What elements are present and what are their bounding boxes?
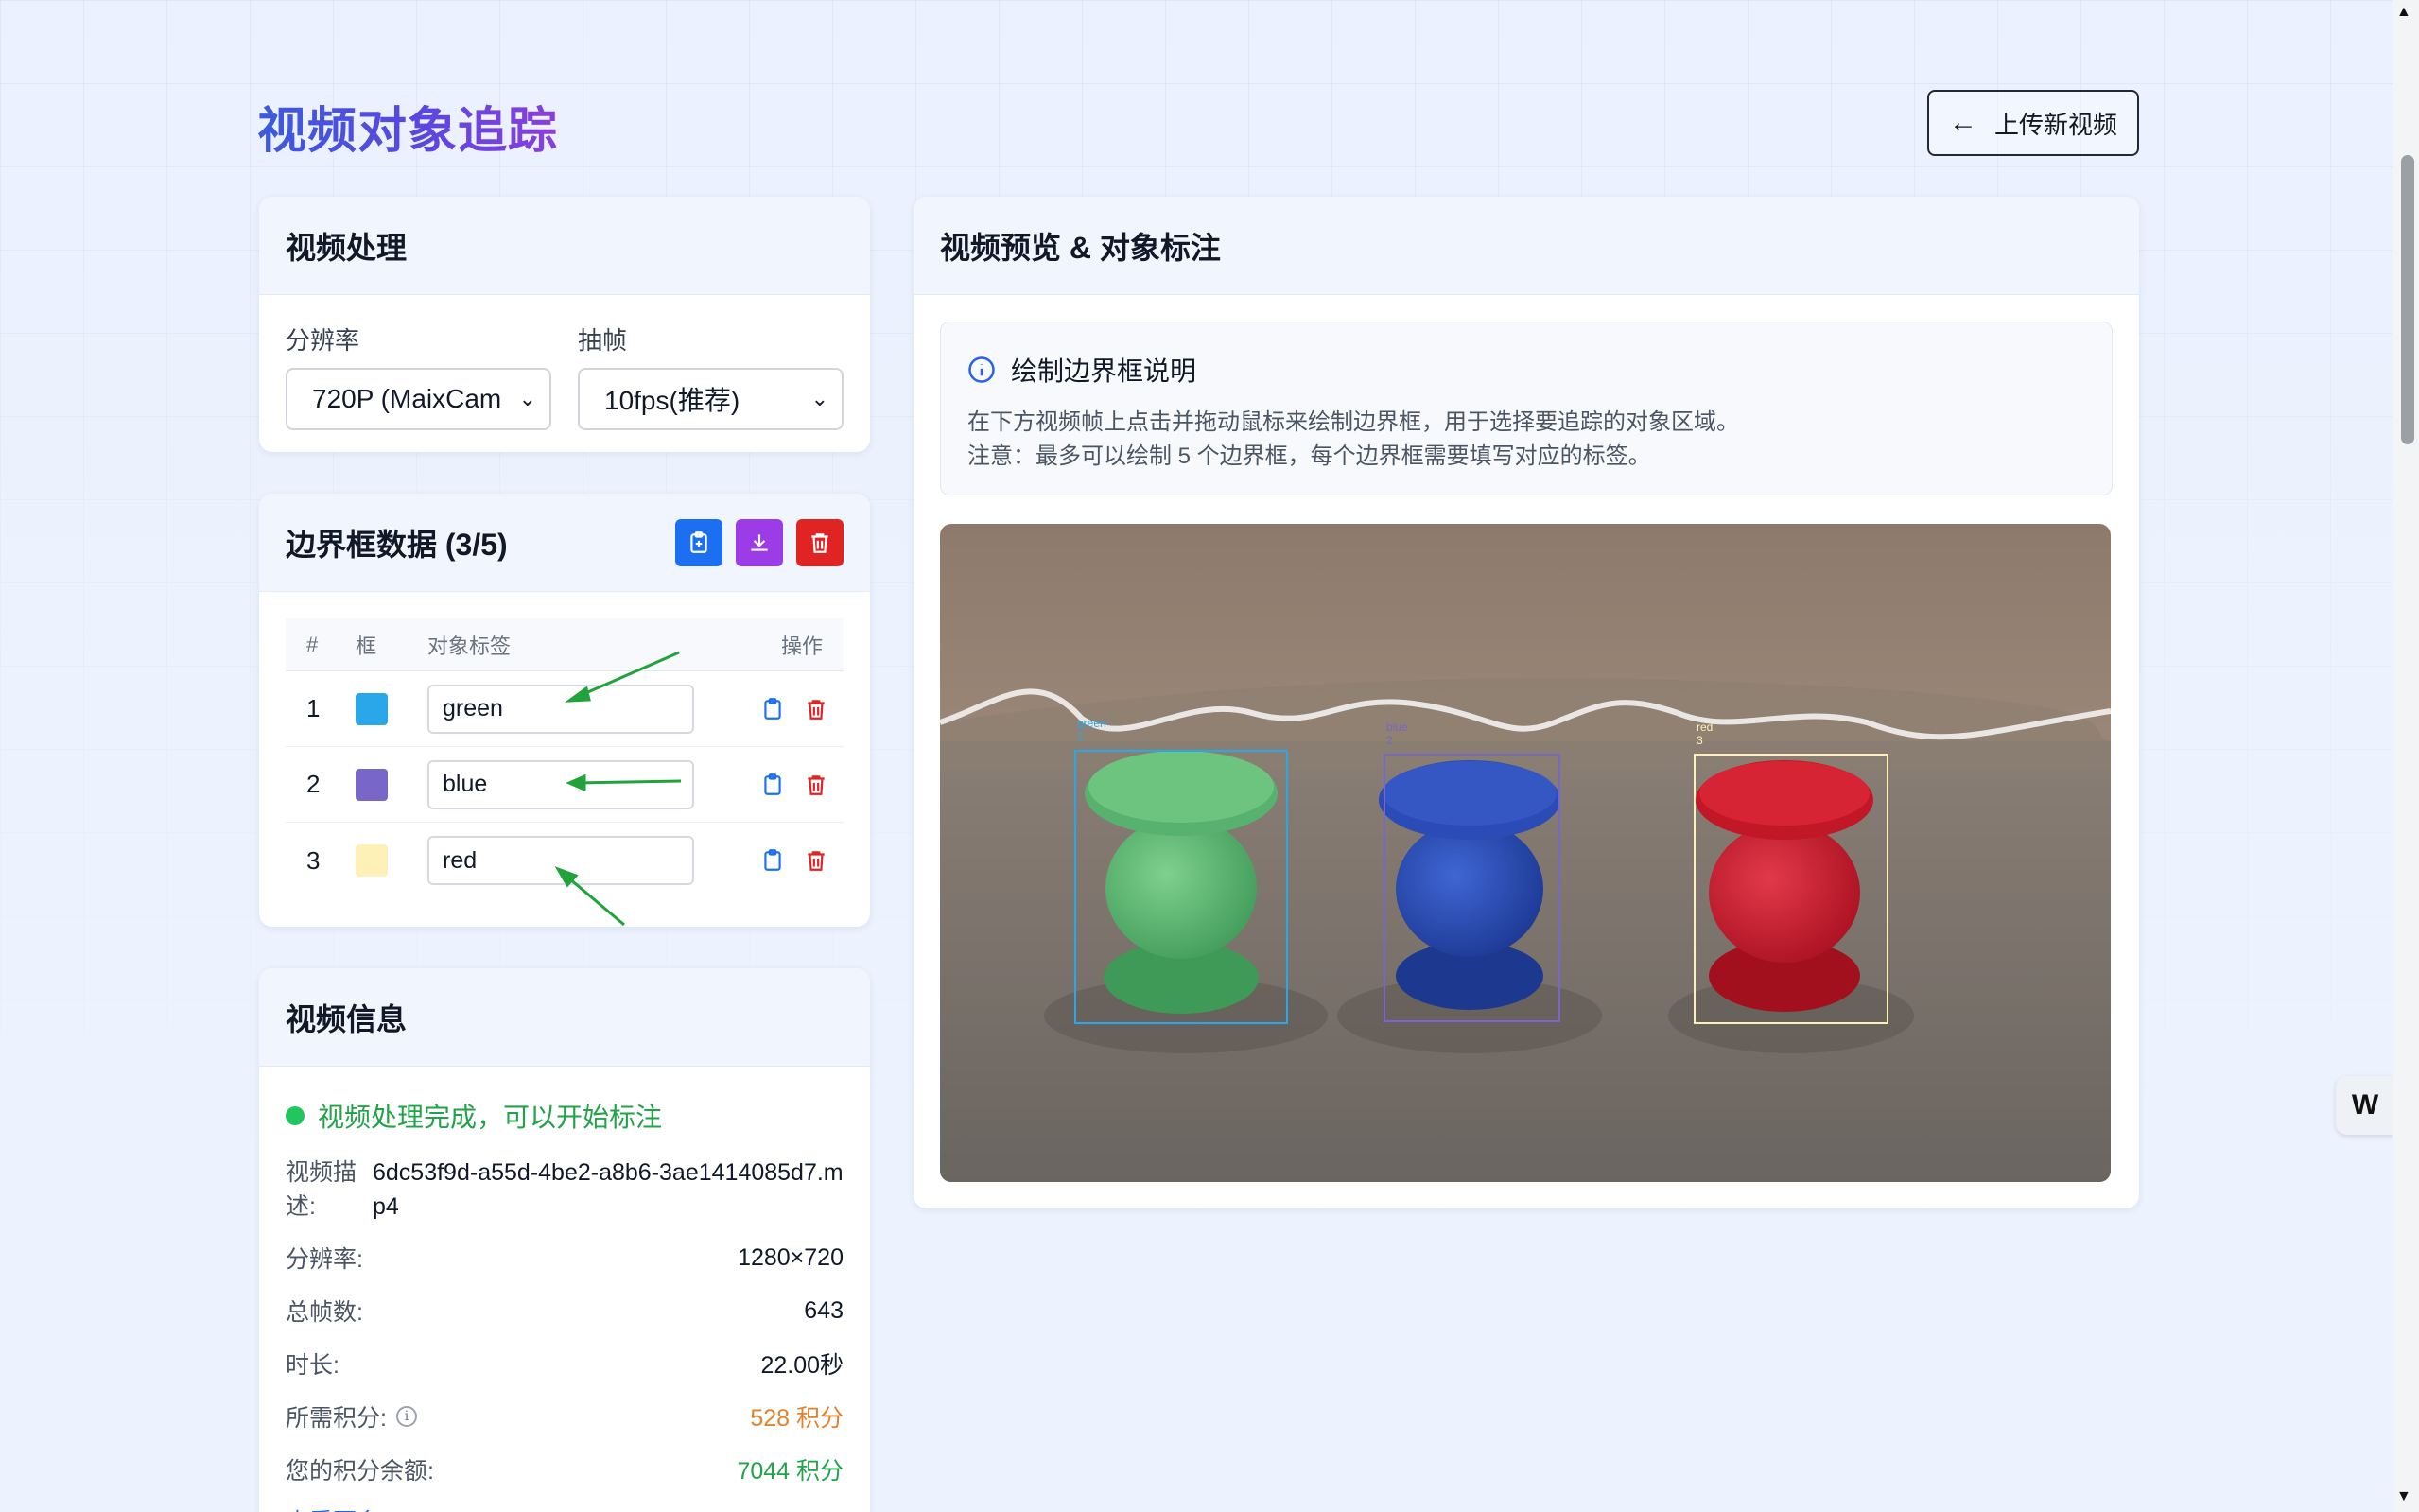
copy-all-button[interactable]	[675, 518, 722, 566]
frames-key: 总帧数:	[286, 1299, 363, 1326]
video-processing-card: 视频处理 分辨率 720P (MaixCam ⌄ 抽帧 10fps(推荐) ⌄	[259, 197, 870, 452]
box-color-swatch	[356, 692, 388, 725]
table-header: # 框 对象标签 操作	[286, 618, 844, 671]
status-message: 视频处理完成，可以开始标注	[286, 1097, 844, 1135]
resolution-select[interactable]: 720P (MaixCam ⌄	[286, 368, 551, 430]
upload-new-video-button[interactable]: ← 上传新视频	[1927, 90, 2139, 156]
notice-line-2: 注意：最多可以绘制 5 个边界框，每个边界框需要填写对应的标签。	[967, 443, 1651, 469]
frame-rate-label: 抽帧	[578, 326, 628, 355]
col-box-header: 框	[356, 634, 377, 658]
col-op-header: 操作	[780, 634, 823, 658]
resolution-row: 分辨率: 1280×720	[286, 1231, 844, 1284]
description-key: 视频描述:	[286, 1159, 357, 1220]
balance-value: 7044 积分	[737, 1458, 844, 1485]
table-row: 1 green	[286, 671, 844, 747]
box-label-3: red	[1697, 721, 1713, 734]
object-label-input[interactable]: red	[427, 836, 694, 885]
clipboard-icon[interactable]	[760, 848, 785, 873]
row-index: 1	[306, 694, 321, 722]
box-number-1: 1	[1077, 730, 1084, 743]
bbox-data-card: 边界框数据 (3/5) # 框 对象标签 操作 1 green 2 blue 3…	[259, 494, 870, 927]
arrow-left-icon: ←	[1948, 107, 1977, 138]
video-preview-card: 视频预览 & 对象标注 绘制边界框说明 在下方视频帧上点击并拖动鼠标来绘制边界框…	[914, 197, 2139, 1208]
points-value: 528 积分	[750, 1405, 844, 1432]
trash-icon	[811, 532, 828, 553]
box-color-swatch	[356, 844, 388, 877]
object-label-input[interactable]: green	[427, 684, 694, 734]
frame-rate-select[interactable]: 10fps(推荐) ⌄	[578, 368, 844, 430]
clipboard-icon	[690, 530, 707, 553]
resolution-select-value: 720P (MaixCam	[312, 384, 502, 413]
balance-row: 您的积分余额: 7044 积分	[286, 1443, 844, 1496]
bbox-title: 边界框数据 (3/5)	[286, 527, 508, 562]
box-color-swatch	[356, 768, 388, 801]
download-button[interactable]	[736, 518, 783, 566]
w-logo-icon[interactable]: W	[2336, 1076, 2394, 1135]
delete-all-button[interactable]	[796, 518, 844, 566]
scrollbar-thumb[interactable]	[2401, 155, 2414, 444]
processing-title: 视频处理	[259, 197, 870, 295]
upload-button-label: 上传新视频	[1993, 110, 2117, 139]
duration-row: 时长: 22.00秒	[286, 1337, 844, 1390]
resolution-key: 分辨率:	[286, 1246, 363, 1273]
chevron-down-icon: ⌄	[518, 387, 536, 410]
video-frame-image[interactable]: green 1 blue 2 red 3	[940, 524, 2111, 1182]
video-info-title: 视频信息	[259, 968, 870, 1067]
video-description-row: 视频描述: 6dc53f9d-a55d-4be2-a8b6-3ae1414085…	[286, 1156, 844, 1224]
bbox-table: # 框 对象标签 操作 1 green 2 blue 3 red	[286, 618, 844, 898]
description-value: 6dc53f9d-a55d-4be2-a8b6-3ae1414085d7.mp4	[373, 1159, 844, 1220]
object-label-input[interactable]: blue	[427, 759, 694, 809]
status-text: 视频处理完成，可以开始标注	[318, 1103, 663, 1132]
video-info-card: 视频信息 视频处理完成，可以开始标注 视频描述: 6dc53f9d-a55d-4…	[259, 968, 870, 1512]
download-icon	[751, 533, 768, 551]
bbox-instructions: 绘制边界框说明 在下方视频帧上点击并拖动鼠标来绘制边界框，用于选择要追踪的对象区…	[940, 322, 2113, 495]
frames-row: 总帧数: 643	[286, 1284, 844, 1337]
notice-title: 绘制边界框说明	[1011, 356, 1197, 386]
box-number-3: 3	[1697, 734, 1703, 747]
clipboard-icon[interactable]	[760, 697, 785, 721]
resolution-value: 1280×720	[738, 1243, 844, 1271]
more-link[interactable]: 查看更多	[286, 1503, 844, 1512]
balance-key: 您的积分余额:	[286, 1458, 434, 1485]
duration-key: 时长:	[286, 1352, 339, 1379]
row-index: 2	[306, 770, 321, 798]
table-row: 2 blue	[286, 747, 844, 823]
clipboard-icon[interactable]	[760, 773, 785, 797]
trash-icon[interactable]	[804, 848, 828, 873]
frames-value: 643	[804, 1296, 844, 1324]
notice-line-1: 在下方视频帧上点击并拖动鼠标来绘制边界框，用于选择要追踪的对象区域。	[967, 409, 1739, 435]
box-number-2: 2	[1386, 734, 1393, 747]
col-label-header: 对象标签	[427, 634, 512, 658]
frame-rate-select-value: 10fps(推荐)	[604, 386, 740, 415]
info-icon[interactable]: i	[395, 1406, 417, 1427]
box-label-1: green	[1077, 717, 1106, 730]
video-frame-canvas[interactable]: green 1 blue 2 red 3	[940, 524, 2111, 1182]
info-icon	[968, 356, 995, 383]
scroll-down-arrow-icon[interactable]: ▼	[2396, 1488, 2411, 1505]
points-key: 所需积分:	[286, 1405, 387, 1432]
chevron-down-icon: ⌄	[810, 387, 828, 410]
points-required-row: 所需积分: i 528 积分	[286, 1390, 844, 1443]
duration-value: 22.00秒	[760, 1352, 844, 1379]
table-row: 3 red	[286, 823, 844, 898]
box-label-2: blue	[1386, 721, 1408, 734]
page-title: 视频对象追踪	[257, 91, 558, 162]
trash-icon[interactable]	[804, 697, 828, 721]
preview-title: 视频预览 & 对象标注	[914, 197, 2139, 295]
trash-icon[interactable]	[804, 773, 828, 797]
status-dot	[286, 1106, 305, 1125]
row-index: 3	[306, 845, 321, 875]
col-number-header: #	[306, 632, 319, 656]
scroll-up-arrow-icon[interactable]: ▲	[2396, 4, 2411, 21]
resolution-label: 分辨率	[286, 326, 360, 355]
